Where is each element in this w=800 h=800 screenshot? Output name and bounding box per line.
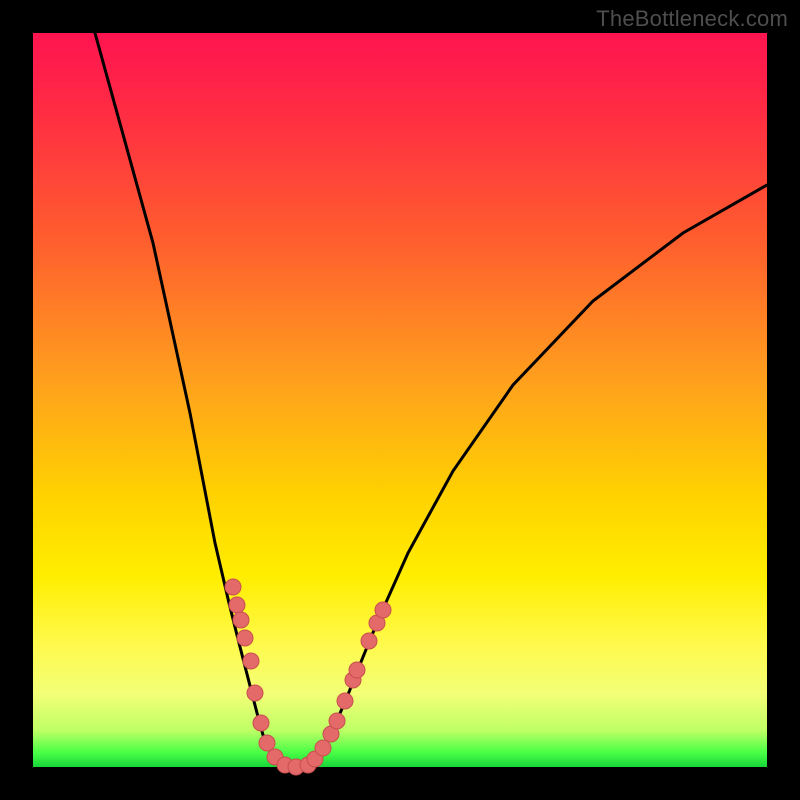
data-point bbox=[361, 633, 377, 649]
data-point bbox=[233, 612, 249, 628]
data-point bbox=[243, 653, 259, 669]
data-point bbox=[337, 693, 353, 709]
curve-layer bbox=[33, 33, 767, 767]
data-point bbox=[375, 602, 391, 618]
data-point bbox=[237, 630, 253, 646]
data-point bbox=[229, 597, 245, 613]
watermark-text: TheBottleneck.com bbox=[596, 6, 788, 32]
dots-left bbox=[225, 579, 304, 775]
data-point bbox=[259, 735, 275, 751]
data-point bbox=[349, 662, 365, 678]
plot-area bbox=[33, 33, 767, 767]
left-arm-curve bbox=[95, 33, 295, 767]
data-point bbox=[247, 685, 263, 701]
data-point bbox=[225, 579, 241, 595]
chart-frame: TheBottleneck.com bbox=[0, 0, 800, 800]
right-arm-curve bbox=[295, 185, 767, 767]
data-point bbox=[315, 740, 331, 756]
data-point bbox=[329, 713, 345, 729]
dots-right bbox=[300, 602, 391, 773]
data-point bbox=[253, 715, 269, 731]
